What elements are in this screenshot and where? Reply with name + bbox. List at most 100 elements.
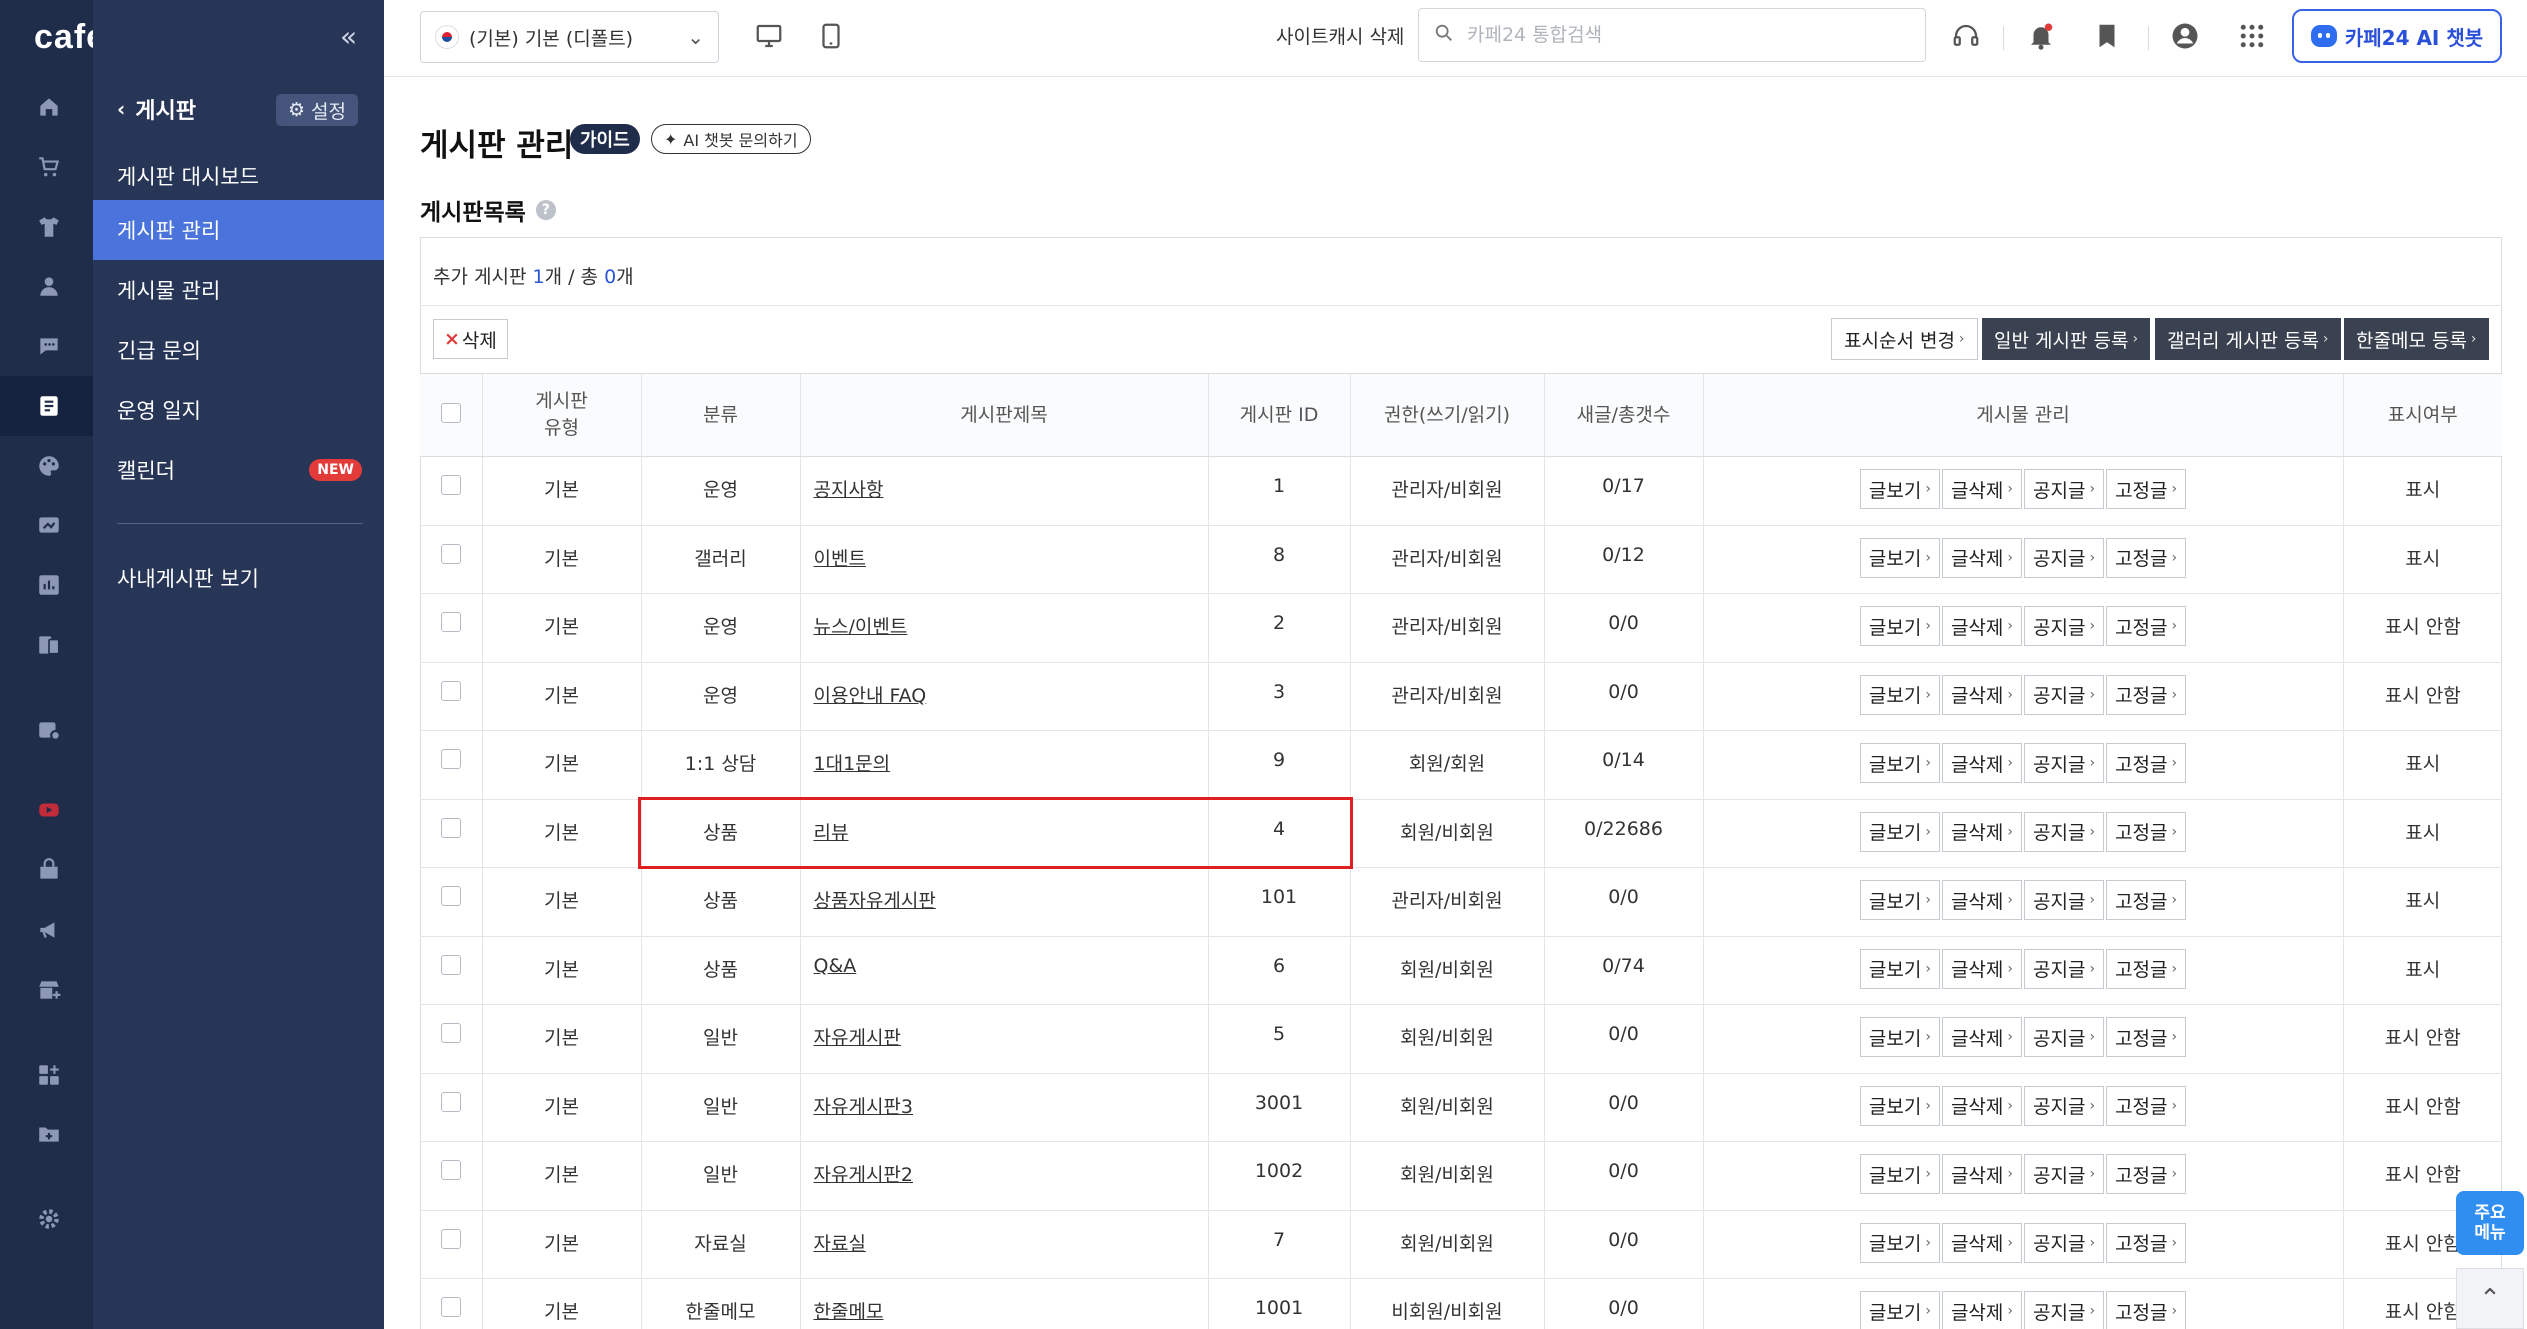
- sidebar-item-post-management[interactable]: 게시물 관리: [93, 260, 384, 320]
- view-posts-button[interactable]: 글보기 ›: [1859, 743, 1940, 783]
- board-title-link[interactable]: 이벤트: [814, 548, 866, 570]
- account-icon[interactable]: [2168, 19, 2202, 53]
- view-posts-button[interactable]: 글보기 ›: [1859, 537, 1940, 578]
- add-gallery-board-button[interactable]: 갤러리 게시판 등록 ›: [2155, 318, 2341, 360]
- delete-posts-button[interactable]: 글삭제 ›: [1941, 811, 2022, 852]
- sidebar-item-internal-board[interactable]: 사내게시판 보기: [93, 548, 384, 608]
- notice-posts-button[interactable]: 공지글 ›: [2024, 811, 2105, 852]
- delete-posts-button[interactable]: 글삭제 ›: [1941, 469, 2022, 509]
- sidebar-item-board-dashboard[interactable]: 게시판 대시보드: [93, 146, 384, 206]
- person-icon[interactable]: [35, 272, 63, 300]
- row-checkbox[interactable]: [440, 1228, 461, 1249]
- pinned-posts-button[interactable]: 고정글 ›: [2106, 1085, 2187, 1126]
- scroll-top-button[interactable]: ⌃: [2456, 1268, 2524, 1329]
- board-title-link[interactable]: 자유게시판3: [814, 1096, 914, 1118]
- notice-posts-button[interactable]: 공지글 ›: [2024, 469, 2105, 509]
- select-all-checkbox[interactable]: [440, 403, 461, 424]
- help-icon[interactable]: ?: [535, 200, 556, 220]
- bell-icon[interactable]: [2024, 19, 2058, 53]
- board-title-link[interactable]: 상품자유게시판: [814, 890, 936, 912]
- row-checkbox[interactable]: [440, 1160, 461, 1180]
- row-checkbox[interactable]: [440, 817, 461, 838]
- collapse-sidebar-button[interactable]: «: [340, 20, 357, 53]
- board-title-link[interactable]: 자유게시판: [814, 1027, 901, 1049]
- notice-posts-button[interactable]: 공지글 ›: [2024, 537, 2105, 578]
- board-title-link[interactable]: 1대1문의: [814, 753, 891, 775]
- delete-posts-button[interactable]: 글삭제 ›: [1941, 1222, 2022, 1263]
- mobile-icon[interactable]: [814, 19, 848, 53]
- view-posts-button[interactable]: 글보기 ›: [1859, 469, 1940, 509]
- delete-posts-button[interactable]: 글삭제 ›: [1941, 880, 2022, 920]
- delete-posts-button[interactable]: 글삭제 ›: [1941, 743, 2022, 783]
- store-add-icon[interactable]: [35, 976, 63, 1004]
- view-posts-button[interactable]: 글보기 ›: [1859, 1222, 1940, 1263]
- calendar-settings-icon[interactable]: [35, 716, 63, 744]
- main-menu-button[interactable]: 주요 메뉴: [2456, 1191, 2524, 1255]
- site-cache-delete-link[interactable]: 사이트캐시 삭제: [1276, 22, 1404, 49]
- sidebar-item-urgent-inquiry[interactable]: 긴급 문의: [93, 320, 384, 380]
- notice-posts-button[interactable]: 공지글 ›: [2024, 880, 2105, 920]
- board-title-link[interactable]: 공지사항: [814, 479, 884, 501]
- pinned-posts-button[interactable]: 고정글 ›: [2106, 606, 2187, 646]
- reorder-button[interactable]: 표시순서 변경 ›: [1831, 318, 1978, 360]
- pinned-posts-button[interactable]: 고정글 ›: [2106, 1222, 2187, 1263]
- pinned-posts-button[interactable]: 고정글 ›: [2106, 469, 2187, 509]
- view-posts-button[interactable]: 글보기 ›: [1859, 1085, 1940, 1126]
- row-checkbox[interactable]: [440, 1297, 461, 1317]
- notice-posts-button[interactable]: 공지글 ›: [2024, 743, 2105, 783]
- view-posts-button[interactable]: 글보기 ›: [1859, 606, 1940, 646]
- row-checkbox[interactable]: [440, 1091, 461, 1112]
- ai-chatbot-inquiry-button[interactable]: ✦ AI 챗봇 문의하기: [651, 124, 811, 154]
- notice-posts-button[interactable]: 공지글 ›: [2024, 1017, 2105, 1057]
- cart-icon[interactable]: [35, 153, 63, 181]
- pinned-posts-button[interactable]: 고정글 ›: [2106, 1154, 2187, 1194]
- delete-posts-button[interactable]: 글삭제 ›: [1941, 674, 2022, 715]
- view-posts-button[interactable]: 글보기 ›: [1859, 948, 1940, 989]
- youtube-icon[interactable]: [35, 796, 63, 824]
- apps-grid-icon[interactable]: [2235, 19, 2269, 53]
- delete-posts-button[interactable]: 글삭제 ›: [1941, 1154, 2022, 1194]
- bookmark-icon[interactable]: [2090, 19, 2124, 53]
- delete-posts-button[interactable]: 글삭제 ›: [1941, 948, 2022, 989]
- sidebar-back-board[interactable]: ‹ 게시판: [117, 93, 196, 125]
- chart-icon[interactable]: [35, 571, 63, 599]
- notice-posts-button[interactable]: 공지글 ›: [2024, 1222, 2105, 1263]
- add-general-board-button[interactable]: 일반 게시판 등록 ›: [1982, 318, 2151, 360]
- board-title-link[interactable]: 자유게시판2: [814, 1164, 914, 1186]
- notice-posts-button[interactable]: 공지글 ›: [2024, 1291, 2105, 1329]
- pinned-posts-button[interactable]: 고정글 ›: [2106, 537, 2187, 578]
- sidebar-item-board-management[interactable]: 게시판 관리: [93, 200, 384, 260]
- gear-icon[interactable]: [35, 1205, 63, 1233]
- promo-icon[interactable]: [35, 511, 63, 539]
- notice-posts-button[interactable]: 공지글 ›: [2024, 948, 2105, 989]
- pinned-posts-button[interactable]: 고정글 ›: [2106, 811, 2187, 852]
- board-title-link[interactable]: 뉴스/이벤트: [814, 616, 908, 638]
- notice-posts-button[interactable]: 공지글 ›: [2024, 674, 2105, 715]
- board-title-link[interactable]: Q&A: [814, 955, 857, 977]
- ai-chatbot-button[interactable]: 카페24 AI 챗봇: [2292, 9, 2502, 63]
- row-checkbox[interactable]: [440, 886, 461, 906]
- row-checkbox[interactable]: [440, 749, 461, 769]
- pinned-posts-button[interactable]: 고정글 ›: [2106, 1017, 2187, 1057]
- notice-posts-button[interactable]: 공지글 ›: [2024, 1085, 2105, 1126]
- delete-posts-button[interactable]: 글삭제 ›: [1941, 537, 2022, 578]
- row-checkbox[interactable]: [440, 954, 461, 975]
- chat-icon[interactable]: [35, 332, 63, 360]
- pinned-posts-button[interactable]: 고정글 ›: [2106, 948, 2187, 989]
- board-title-link[interactable]: 이용안내 FAQ: [814, 685, 927, 707]
- pinned-posts-button[interactable]: 고정글 ›: [2106, 1291, 2187, 1329]
- guide-button[interactable]: 가이드: [570, 124, 640, 154]
- sidebar-item-operation-log[interactable]: 운영 일지: [93, 380, 384, 440]
- row-checkbox[interactable]: [440, 1023, 461, 1043]
- board-title-link[interactable]: 자료실: [814, 1233, 866, 1255]
- shirt-icon[interactable]: [35, 213, 63, 241]
- board-icon[interactable]: [35, 392, 63, 420]
- delete-posts-button[interactable]: 글삭제 ›: [1941, 1291, 2022, 1329]
- megaphone-icon[interactable]: [35, 916, 63, 944]
- view-posts-button[interactable]: 글보기 ›: [1859, 1017, 1940, 1057]
- pinned-posts-button[interactable]: 고정글 ›: [2106, 743, 2187, 783]
- board-title-link[interactable]: 한줄메모: [814, 1301, 884, 1323]
- delete-posts-button[interactable]: 글삭제 ›: [1941, 606, 2022, 646]
- view-posts-button[interactable]: 글보기 ›: [1859, 1291, 1940, 1329]
- notice-posts-button[interactable]: 공지글 ›: [2024, 606, 2105, 646]
